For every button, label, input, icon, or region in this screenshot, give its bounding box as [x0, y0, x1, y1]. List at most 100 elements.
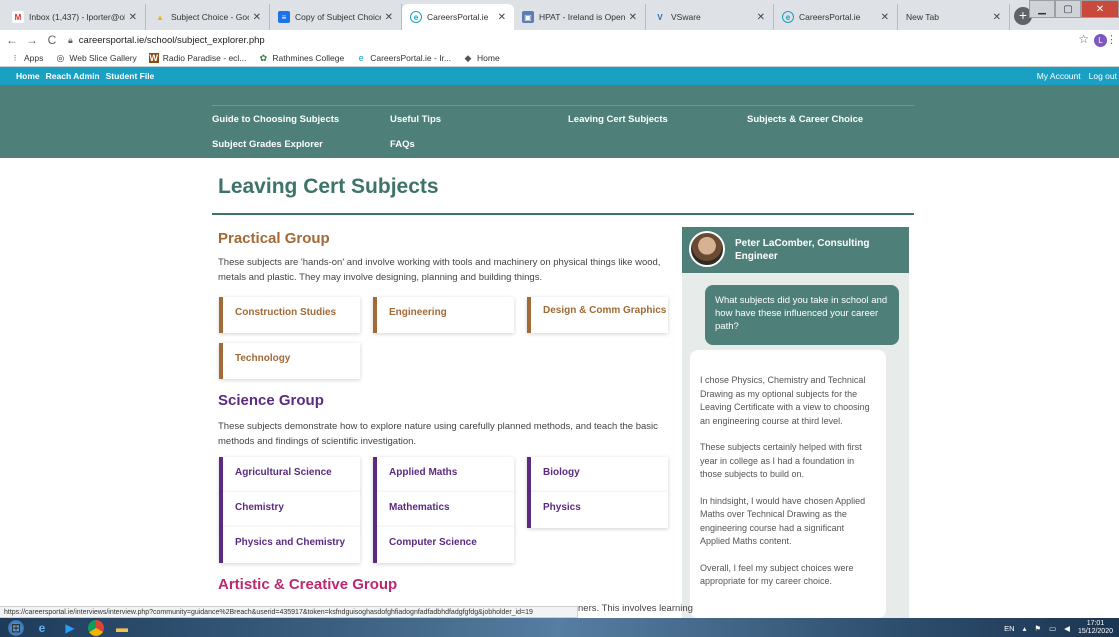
- bookmark-apps[interactable]: ⁝ Apps: [10, 53, 44, 63]
- drive-icon: ▲: [156, 12, 164, 22]
- close-icon[interactable]: ✕: [629, 12, 637, 23]
- bookmark-home[interactable]: ◆ Home: [463, 53, 500, 63]
- hpat-icon: ▣: [522, 11, 534, 23]
- media-player-icon[interactable]: ▶: [60, 620, 80, 636]
- maximize-icon[interactable]: ▢: [1055, 0, 1081, 18]
- subject-card-mathematics[interactable]: Mathematics: [373, 492, 514, 528]
- bookmark-web-slice[interactable]: ◎ Web Slice Gallery: [55, 53, 136, 63]
- nav-home-link[interactable]: Home: [16, 71, 40, 81]
- show-hidden-icons-icon[interactable]: ▴: [1023, 624, 1027, 633]
- careersportal-icon: e: [358, 53, 364, 63]
- reload-icon[interactable]: C: [44, 33, 60, 47]
- careersportal-icon: e: [782, 11, 794, 23]
- flag-icon[interactable]: ⚑: [1034, 624, 1041, 633]
- window-controls: ▁ ▢ ✕: [1029, 0, 1119, 20]
- close-icon[interactable]: ✕: [129, 12, 137, 23]
- tab-gmail[interactable]: M Inbox (1,437) - lporter@ols ✕: [4, 4, 146, 30]
- tab-strip: M Inbox (1,437) - lporter@ols ✕ ▲ Subject…: [0, 0, 1119, 30]
- close-icon[interactable]: ✕: [253, 12, 261, 23]
- tab-careersportal[interactable]: e CareersPortal.ie ✕: [774, 4, 898, 30]
- status-url-tooltip: https://careersportal.ie/interviews/inte…: [0, 606, 578, 618]
- nav-reach-admin-link[interactable]: Reach Admin: [46, 71, 100, 81]
- webslice-icon: ◎: [56, 53, 65, 63]
- avatar: [689, 231, 725, 267]
- subnav-faqs-link[interactable]: FAQs: [390, 139, 415, 150]
- artistic-group-description-fragment: ners. This involves learning: [578, 603, 693, 614]
- science-group-description: These subjects demonstrate how to explor…: [218, 421, 658, 447]
- science-group-heading: Science Group: [218, 392, 324, 409]
- vsware-icon: V: [657, 12, 663, 22]
- answer-paragraph: In hindsight, I would have chosen Applie…: [700, 495, 866, 547]
- bookmark-radio-paradise[interactable]: W Radio Paradise - ecl...: [148, 53, 246, 63]
- subject-card-agricultural-science[interactable]: Agricultural Science: [219, 457, 360, 493]
- practical-group-heading: Practical Group: [218, 230, 330, 247]
- subnav-useful-tips-link[interactable]: Useful Tips: [390, 114, 441, 125]
- question-bubble: What subjects did you take in school and…: [705, 285, 899, 345]
- subject-card-biology[interactable]: Biology: [527, 457, 668, 493]
- address-bar: ← → C 🔒︎ careersportal.ie/school/subject…: [0, 30, 1119, 50]
- subject-card-engineering[interactable]: Engineering: [373, 297, 514, 333]
- tab-vsware[interactable]: V VSware ✕: [646, 4, 774, 30]
- sheets-icon: ≡: [278, 11, 290, 23]
- tab-newtab[interactable]: New Tab ✕: [898, 4, 1010, 30]
- practical-group-description: These subjects are 'hands-on' and involv…: [218, 257, 661, 283]
- tab-sheets[interactable]: ≡ Copy of Subject Choice Boo✕: [270, 4, 402, 30]
- minimize-icon[interactable]: ▁: [1029, 0, 1055, 18]
- menu-icon[interactable]: ⋮: [1106, 33, 1117, 46]
- subject-card-technology[interactable]: Technology: [219, 343, 360, 379]
- start-button-icon[interactable]: ⊞: [8, 619, 24, 636]
- divider: [212, 105, 914, 106]
- subject-card-physics[interactable]: Physics: [527, 492, 668, 528]
- answer-paragraph: These subjects certainly helped with fir…: [700, 442, 862, 479]
- answer-paragraph: I chose Physics, Chemistry and Technical…: [700, 375, 870, 426]
- subject-card-physics-and-chemistry[interactable]: Physics and Chemistry: [219, 527, 360, 563]
- subject-card-construction-studies[interactable]: Construction Studies: [219, 297, 360, 333]
- close-icon[interactable]: ✕: [757, 12, 765, 23]
- subnav-guide-link[interactable]: Guide to Choosing Subjects: [212, 114, 339, 125]
- subject-card-applied-maths[interactable]: Applied Maths: [373, 457, 514, 493]
- subnav-subjects-career-choice-link[interactable]: Subjects & Career Choice: [747, 114, 863, 125]
- url-field[interactable]: 🔒︎ careersportal.ie/school/subject_explo…: [68, 35, 265, 46]
- subnav-leaving-cert-subjects-link[interactable]: Leaving Cert Subjects: [568, 114, 668, 125]
- log-out-link[interactable]: Log out: [1089, 71, 1117, 81]
- file-explorer-icon[interactable]: ▬: [112, 620, 132, 636]
- window-close-icon[interactable]: ✕: [1081, 0, 1119, 18]
- system-tray: EN ▴ ⚑ ▭ ◀ 17:01 15/12/2020: [1004, 620, 1113, 636]
- network-icon[interactable]: ▭: [1049, 624, 1056, 633]
- subject-card-chemistry[interactable]: Chemistry: [219, 492, 360, 528]
- close-icon[interactable]: ✕: [385, 12, 393, 23]
- ie-icon[interactable]: e: [32, 620, 52, 636]
- forward-icon[interactable]: →: [24, 33, 40, 47]
- answer-bubble: I chose Physics, Chemistry and Technical…: [690, 350, 886, 618]
- close-icon[interactable]: ✕: [498, 12, 506, 23]
- subnav-grades-explorer-link[interactable]: Subject Grades Explorer: [212, 139, 323, 150]
- volume-icon[interactable]: ◀: [1064, 624, 1070, 633]
- radio-paradise-icon: W: [148, 53, 159, 63]
- lock-icon: 🔒︎: [68, 34, 73, 45]
- tab-careersportal-active[interactable]: e CareersPortal.ie ✕: [402, 4, 514, 30]
- close-icon[interactable]: ✕: [881, 12, 889, 23]
- back-icon[interactable]: ←: [4, 33, 20, 47]
- rathmines-icon: ✿: [259, 53, 268, 63]
- bookmark-star-icon[interactable]: ☆: [1078, 32, 1089, 46]
- divider: [212, 213, 914, 215]
- nav-student-file-link[interactable]: Student File: [106, 71, 155, 81]
- site-top-nav: Home Reach Admin Student File My Account…: [0, 67, 1119, 85]
- close-icon[interactable]: ✕: [993, 12, 1001, 23]
- subject-card-design-comm-graphics[interactable]: Design & Comm Graphics: [527, 297, 668, 333]
- bookmarks-bar: ⁝ Apps ◎ Web Slice Gallery W Radio Paradise…: [0, 50, 1119, 67]
- clock[interactable]: 17:01 15/12/2020: [1078, 620, 1113, 636]
- page-title: Leaving Cert Subjects: [218, 175, 439, 198]
- apps-icon: ⁝: [13, 53, 17, 63]
- bookmark-rathmines[interactable]: ✿ Rathmines College: [258, 53, 345, 63]
- interview-header: Peter LaComber, Consulting Engineer: [682, 227, 909, 273]
- language-indicator[interactable]: EN: [1004, 624, 1014, 633]
- home-icon: ◆: [464, 53, 472, 63]
- subject-card-computer-science[interactable]: Computer Science: [373, 527, 514, 563]
- chrome-icon[interactable]: [88, 619, 104, 636]
- my-account-link[interactable]: My Account: [1037, 71, 1081, 81]
- tab-drive[interactable]: ▲ Subject Choice - Google Dri✕: [146, 4, 270, 30]
- bookmark-careersportal[interactable]: e CareersPortal.ie - Ir...: [356, 53, 451, 63]
- tab-hpat[interactable]: ▣ HPAT - Ireland is Open - Ca✕: [514, 4, 646, 30]
- careersportal-icon: e: [410, 11, 422, 23]
